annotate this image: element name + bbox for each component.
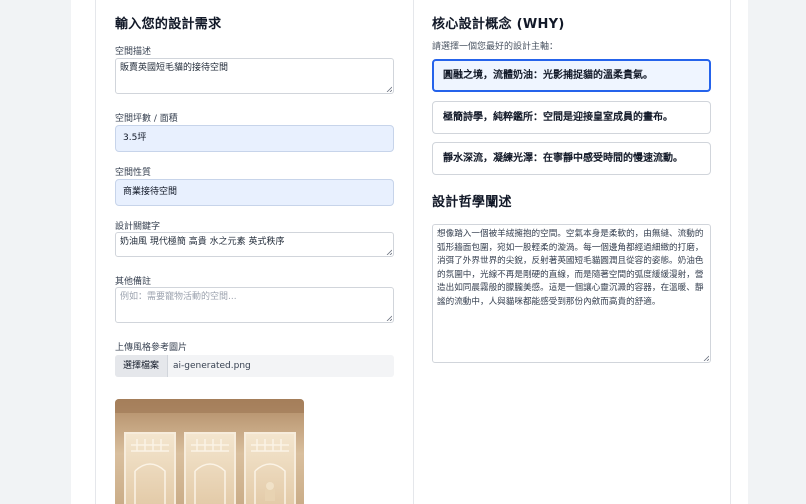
resize-grip-icon[interactable] xyxy=(386,86,392,92)
keywords-field[interactable]: 奶油風 現代極簡 高貴 水之元素 英式秩序 xyxy=(115,232,394,257)
resize-grip-icon[interactable] xyxy=(386,249,392,255)
notes-label: 其他備註 xyxy=(115,277,152,287)
file-name: ai-generated.png xyxy=(173,361,251,371)
column-divider xyxy=(413,0,414,504)
resize-grip-icon[interactable] xyxy=(703,355,709,361)
upload-label: 上傳風格參考圖片 xyxy=(115,343,188,353)
space-description-value: 販賣英國短毛貓的接待空間 xyxy=(120,63,229,73)
area-label: 空間坪數 / 面積 xyxy=(115,114,178,124)
concept-title: 核心設計概念 (WHY) xyxy=(432,17,565,32)
reference-image-preview xyxy=(115,399,304,504)
concept-option-1[interactable]: 圓融之境，流體奶油：光影捕捉貓的溫柔貴氣。 xyxy=(432,59,711,92)
keywords-label: 設計關鍵字 xyxy=(115,222,161,232)
requirements-title: 輸入您的設計需求 xyxy=(115,17,222,32)
space-description-field[interactable]: 販賣英國短毛貓的接待空間 xyxy=(115,58,394,94)
file-upload: 選擇檔案 ai-generated.png xyxy=(115,355,394,377)
keywords-value: 奶油風 現代極簡 高貴 水之元素 英式秩序 xyxy=(120,237,285,247)
space-nature-label: 空間性質 xyxy=(115,168,152,178)
page: 輸入您的設計需求 空間描述 販賣英國短毛貓的接待空間 空間坪數 / 面積 3.5… xyxy=(71,0,748,504)
choose-file-button[interactable]: 選擇檔案 xyxy=(115,355,168,377)
concept-hint: 請選擇一個您最好的設計主軸： xyxy=(432,42,559,52)
space-nature-input[interactable]: 商業接待空間 xyxy=(115,179,394,206)
notes-placeholder: 例如：需要寵物活動的空間... xyxy=(120,292,237,302)
space-description-label: 空間描述 xyxy=(115,47,152,57)
area-input[interactable]: 3.5坪 xyxy=(115,125,394,152)
concept-option-3[interactable]: 靜水深流，凝練光澤：在寧靜中感受時間的慢速流動。 xyxy=(432,142,711,175)
concept-option-2[interactable]: 極簡詩學，純粹鑑所：空間是迎接皇室成員的畫布。 xyxy=(432,101,711,134)
resize-grip-icon[interactable] xyxy=(386,315,392,321)
design-card: 輸入您的設計需求 空間描述 販賣英國短毛貓的接待空間 空間坪數 / 面積 3.5… xyxy=(95,0,731,504)
philosophy-textarea[interactable]: 想像踏入一個被羊絨擁抱的空間。空氣本身是柔軟的，由無縫、流動的弧形牆面包圍，宛如… xyxy=(432,224,711,363)
philosophy-text: 想像踏入一個被羊絨擁抱的空間。空氣本身是柔軟的，由無縫、流動的弧形牆面包圍，宛如… xyxy=(437,229,704,307)
philosophy-title: 設計哲學闡述 xyxy=(432,195,512,210)
notes-field[interactable]: 例如：需要寵物活動的空間... xyxy=(115,287,394,323)
